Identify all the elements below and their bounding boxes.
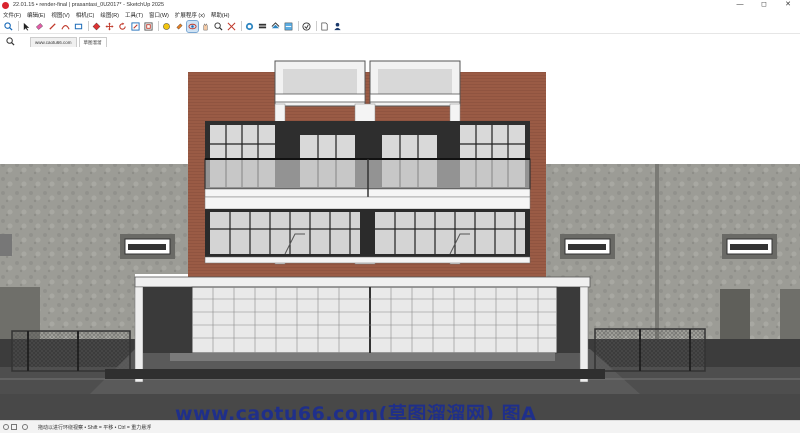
main-toolbar bbox=[0, 19, 800, 34]
credits-icon[interactable] bbox=[22, 424, 28, 430]
menu-window[interactable]: 窗口(W) bbox=[146, 11, 172, 19]
tab-caotu66[interactable]: www.caotu66.com bbox=[30, 36, 77, 47]
select-icon[interactable] bbox=[21, 21, 32, 32]
menu-file[interactable]: 文件(F) bbox=[0, 11, 24, 19]
garage-doors bbox=[191, 286, 558, 354]
toolbar-separator bbox=[298, 21, 299, 31]
menu-view[interactable]: 视图(V) bbox=[48, 11, 72, 19]
toolbar-separator bbox=[316, 21, 317, 31]
menu-tools[interactable]: 工具(T) bbox=[122, 11, 146, 19]
close-button[interactable]: ✕ bbox=[776, 0, 800, 10]
scene-tabs-bar: www.caotu66.com 草图溜溜 bbox=[0, 34, 800, 49]
toolbar-separator bbox=[88, 21, 89, 31]
scene-tabs: www.caotu66.com 草图溜溜 bbox=[30, 36, 109, 47]
minimize-button[interactable]: — bbox=[728, 0, 752, 10]
menu-draw[interactable]: 绘图(R) bbox=[97, 11, 122, 19]
menu-edit[interactable]: 编辑(E) bbox=[24, 11, 48, 19]
zoom-icon[interactable] bbox=[213, 21, 224, 32]
search-icon[interactable] bbox=[3, 21, 14, 32]
menu-camera[interactable]: 相机(C) bbox=[73, 11, 98, 19]
offset-icon[interactable] bbox=[143, 21, 154, 32]
rectangle-icon[interactable] bbox=[73, 21, 84, 32]
sketchup-logo-icon bbox=[2, 1, 9, 9]
scenes-icon[interactable] bbox=[301, 21, 312, 32]
toolbar-separator bbox=[158, 21, 159, 31]
right-fence bbox=[594, 328, 706, 372]
geo-location-icon[interactable] bbox=[11, 424, 17, 430]
window-controls: — ◻ ✕ bbox=[728, 0, 800, 10]
section-icon[interactable] bbox=[244, 21, 255, 32]
info-icon[interactable] bbox=[3, 424, 9, 430]
menu-extensions[interactable]: 扩展程序 (x) bbox=[172, 11, 208, 19]
toolbar-separator bbox=[241, 21, 242, 31]
pushpull-icon[interactable] bbox=[91, 21, 102, 32]
left-fence bbox=[11, 330, 131, 372]
document-icon[interactable] bbox=[319, 21, 330, 32]
maximize-button[interactable]: ◻ bbox=[752, 0, 776, 10]
menu-help[interactable]: 帮助(H) bbox=[208, 11, 233, 19]
toolbar-separator bbox=[18, 21, 19, 31]
arc-icon[interactable] bbox=[60, 21, 71, 32]
status-bar: 拖动以进行环绕视察 • Shift = 平移 • Ctrl = 重力悬浮 bbox=[0, 420, 800, 433]
layers-icon[interactable] bbox=[283, 21, 294, 32]
orbit-icon[interactable] bbox=[186, 19, 199, 33]
tab-caotuliuliu[interactable]: 草图溜溜 bbox=[78, 36, 107, 47]
building-render bbox=[0, 60, 800, 420]
model-viewport[interactable] bbox=[0, 49, 800, 420]
title-bar: 22.01.15 • render-final | prasantasi_0U2… bbox=[0, 0, 800, 10]
materials-icon[interactable] bbox=[270, 21, 281, 32]
status-hint: 拖动以进行环绕视察 • Shift = 平移 • Ctrl = 重力悬浮 bbox=[38, 424, 152, 431]
garage-canopy bbox=[134, 276, 591, 288]
move-icon[interactable] bbox=[104, 21, 115, 32]
rotate-icon[interactable] bbox=[117, 21, 128, 32]
zoom-extents-icon[interactable] bbox=[226, 21, 237, 32]
component-icon[interactable] bbox=[257, 21, 268, 32]
user-icon[interactable] bbox=[332, 21, 343, 32]
menu-bar: 文件(F) 编辑(E) 视图(V) 相机(C) 绘图(R) 工具(T) 窗口(W… bbox=[0, 10, 800, 19]
scale-icon[interactable] bbox=[130, 21, 141, 32]
tape-icon[interactable] bbox=[161, 21, 172, 32]
window-title: 22.01.15 • render-final | prasantasi_0U2… bbox=[13, 2, 165, 8]
search-icon[interactable] bbox=[5, 36, 16, 47]
pencil-icon[interactable] bbox=[47, 21, 58, 32]
paint-icon[interactable] bbox=[174, 21, 185, 32]
eraser-icon[interactable] bbox=[34, 21, 45, 32]
pan-icon[interactable] bbox=[200, 21, 211, 32]
